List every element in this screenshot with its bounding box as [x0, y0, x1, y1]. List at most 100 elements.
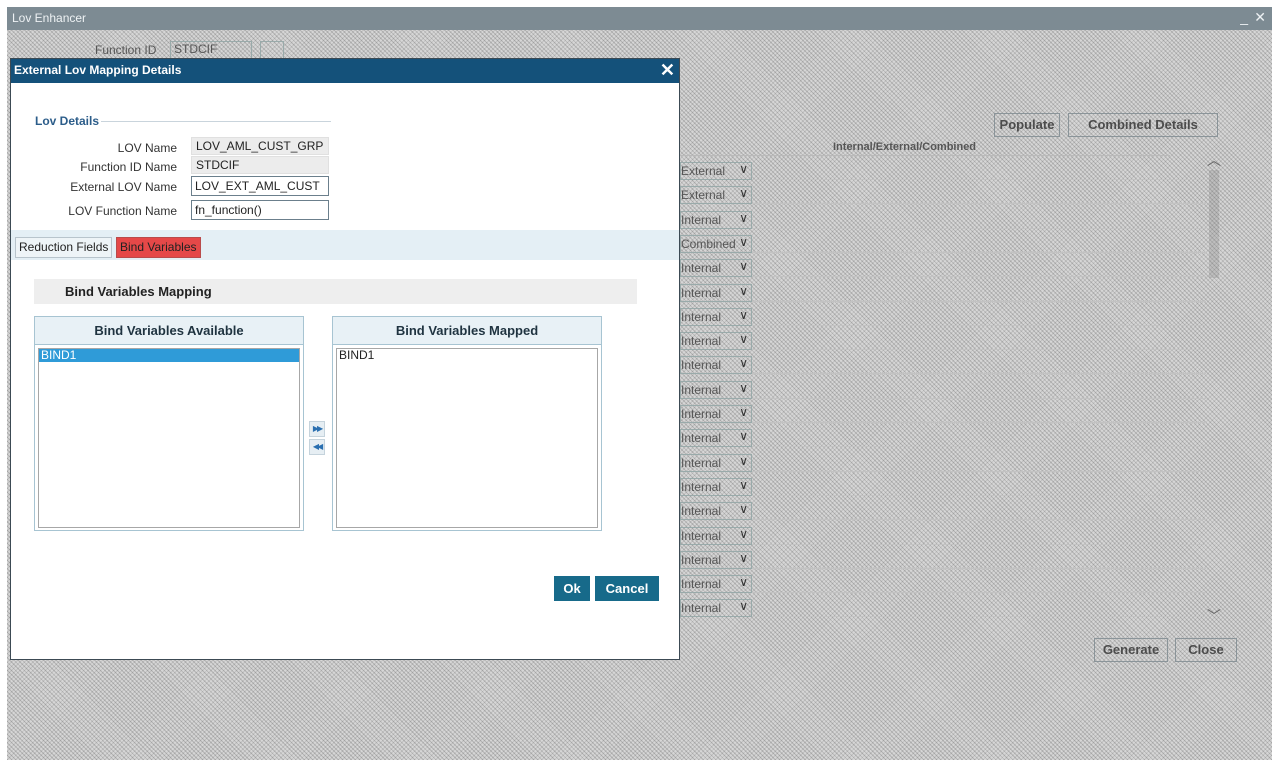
move-right-icon[interactable]: ▶▶: [309, 421, 325, 437]
type-select-value: Internal: [681, 310, 722, 324]
mapped-item[interactable]: BIND1: [337, 349, 597, 362]
row-divider: [752, 544, 1206, 545]
type-select-value: Internal: [681, 286, 722, 300]
chevron-down-icon: ∨: [739, 405, 748, 419]
available-listbox[interactable]: BIND1: [38, 348, 300, 528]
row-divider: [752, 325, 1206, 326]
type-select[interactable]: Internal ∨: [680, 502, 752, 520]
chevron-down-icon: ∨: [739, 308, 748, 322]
row-divider: [752, 179, 1206, 180]
type-select[interactable]: Internal ∨: [680, 478, 752, 496]
legend-divider: [101, 121, 331, 122]
type-select[interactable]: Internal ∨: [680, 211, 752, 229]
chevron-down-icon: ∨: [739, 599, 748, 613]
row-divider: [752, 203, 1206, 204]
chevron-down-icon: ∨: [739, 381, 748, 395]
type-select[interactable]: Internal ∨: [680, 308, 752, 326]
tab-reduction-fields[interactable]: Reduction Fields: [15, 237, 113, 258]
row-divider: [752, 301, 1206, 302]
lov-name-label: LOV Name: [117, 141, 177, 155]
external-lov-name-label: External LOV Name: [70, 180, 177, 194]
background-window-title: Lov Enhancer: [12, 11, 87, 25]
populate-button[interactable]: Populate: [994, 113, 1060, 137]
chevron-down-icon: ∨: [739, 502, 748, 516]
type-select-value: Internal: [681, 601, 722, 615]
combined-details-button[interactable]: Combined Details: [1068, 113, 1218, 137]
chevron-down-icon: ∨: [739, 551, 748, 565]
row-divider: [752, 422, 1206, 423]
type-select-value: Internal: [681, 456, 722, 470]
scroll-down-icon[interactable]: ﹀: [1207, 606, 1221, 626]
available-item[interactable]: BIND1: [39, 349, 299, 362]
lov-function-name-input[interactable]: fn_function(): [191, 200, 329, 220]
type-select-value: Internal: [681, 480, 722, 494]
type-select[interactable]: Internal ∨: [680, 381, 752, 399]
chevron-down-icon: ∨: [739, 186, 748, 200]
chevron-down-icon: ∨: [739, 575, 748, 589]
scroll-up-icon[interactable]: ︿: [1207, 150, 1221, 170]
type-select-value: Internal: [681, 577, 722, 591]
type-select[interactable]: Internal ∨: [680, 599, 752, 617]
type-select[interactable]: External ∨: [680, 186, 752, 204]
type-select-value: Internal: [681, 431, 722, 445]
type-select-value: Internal: [681, 529, 722, 543]
type-select[interactable]: Internal ∨: [680, 284, 752, 302]
background-header-divider: [680, 155, 1170, 156]
type-select[interactable]: Internal ∨: [680, 575, 752, 593]
background-close-button[interactable]: Close: [1175, 638, 1237, 662]
type-select-value: Internal: [681, 261, 722, 275]
type-select[interactable]: Combined ∨: [680, 235, 752, 253]
tab-strip: Reduction Fields Bind Variables: [11, 230, 679, 260]
type-select[interactable]: Internal ∨: [680, 356, 752, 374]
chevron-down-icon: ∨: [739, 235, 748, 249]
available-header: Bind Variables Available: [35, 317, 303, 345]
background-search-button[interactable]: [260, 41, 284, 59]
type-select[interactable]: Internal ∨: [680, 551, 752, 569]
chevron-down-icon: ∨: [739, 211, 748, 225]
function-id-name-label: Function ID Name: [80, 160, 177, 174]
lov-details-legend: Lov Details: [35, 114, 100, 128]
type-select[interactable]: External ∨: [680, 162, 752, 180]
background-column-header: Internal/External/Combined: [833, 141, 977, 153]
type-select-value: Internal: [681, 553, 722, 567]
available-panel: Bind Variables Available BIND1: [34, 316, 304, 531]
type-select[interactable]: Internal ∨: [680, 259, 752, 277]
row-divider: [752, 616, 1206, 617]
row-divider: [752, 228, 1206, 229]
dialog-title: External Lov Mapping Details: [14, 63, 182, 77]
ok-button[interactable]: Ok: [554, 576, 590, 601]
generate-button[interactable]: Generate: [1094, 638, 1168, 662]
type-select[interactable]: Internal ∨: [680, 429, 752, 447]
scrollbar-thumb[interactable]: [1209, 170, 1219, 278]
chevron-down-icon: ∨: [739, 478, 748, 492]
background-titlebar: Lov Enhancer _ ✕: [7, 7, 1272, 30]
type-select-value: Internal: [681, 358, 722, 372]
close-icon[interactable]: ✕: [660, 60, 675, 80]
move-left-icon[interactable]: ◀◀: [309, 439, 325, 455]
mapped-listbox[interactable]: BIND1: [336, 348, 598, 528]
background-function-id-input[interactable]: STDCIF: [170, 41, 252, 59]
bind-variables-mapping-header: Bind Variables Mapping: [34, 279, 637, 304]
row-divider: [752, 373, 1206, 374]
chevron-down-icon: ∨: [739, 284, 748, 298]
tab-bind-variables[interactable]: Bind Variables: [116, 237, 201, 258]
chevron-down-icon: ∨: [739, 356, 748, 370]
external-lov-name-input[interactable]: LOV_EXT_AML_CUST: [191, 176, 329, 196]
row-divider: [752, 568, 1206, 569]
dialog-titlebar: External Lov Mapping Details ✕: [11, 59, 679, 83]
row-divider: [752, 471, 1206, 472]
cancel-button[interactable]: Cancel: [595, 576, 659, 601]
type-select[interactable]: Internal ∨: [680, 332, 752, 350]
type-select[interactable]: Internal ∨: [680, 454, 752, 472]
row-divider: [752, 495, 1206, 496]
type-select[interactable]: Internal ∨: [680, 527, 752, 545]
row-divider: [752, 349, 1206, 350]
row-divider: [752, 252, 1206, 253]
type-select[interactable]: Internal ∨: [680, 405, 752, 423]
background-close-icon[interactable]: ✕: [1254, 9, 1266, 26]
minimize-icon[interactable]: _: [1240, 9, 1248, 25]
chevron-down-icon: ∨: [739, 162, 748, 176]
type-select-value: External: [681, 188, 726, 202]
chevron-down-icon: ∨: [739, 429, 748, 443]
chevron-down-icon: ∨: [739, 259, 748, 273]
